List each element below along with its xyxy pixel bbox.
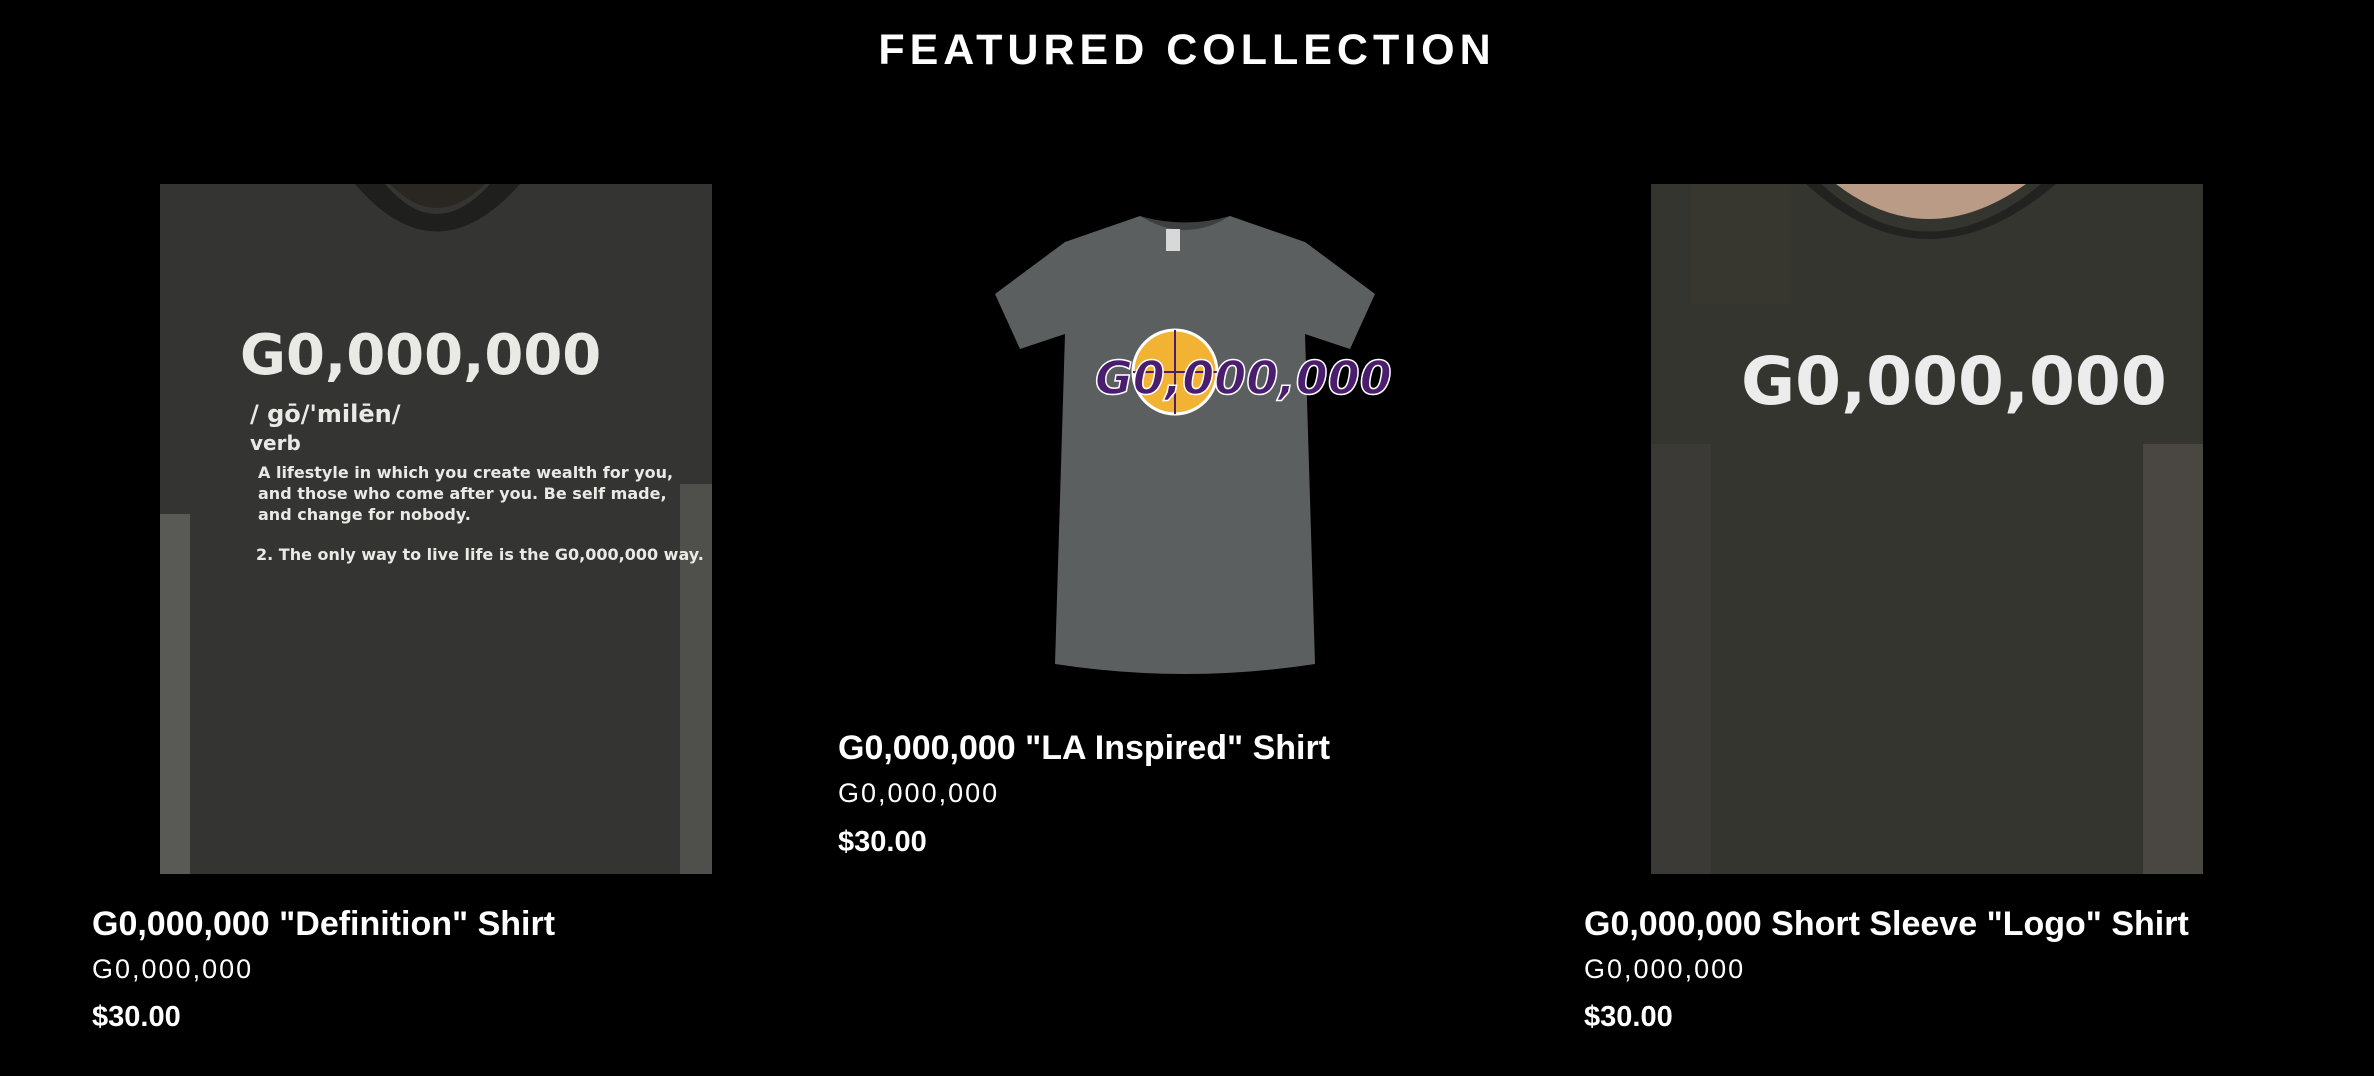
product-image-definition[interactable]: G0,000,000 / gō/'milēn/ verb A lifestyle…: [160, 184, 712, 874]
svg-text:2. The only way to live life i: 2. The only way to live life is the G0,0…: [256, 545, 704, 564]
product-vendor-logo: G0,000,000: [1584, 954, 1746, 984]
la-inspired-shirt-photo-icon: G0,000,000: [995, 216, 1393, 674]
product-image-logo[interactable]: G0,000,000: [1651, 184, 2203, 874]
svg-text:and those who come after you.: and those who come after you. Be self ma…: [258, 484, 667, 503]
logo-text: G0,000,000: [1095, 351, 1392, 405]
product-title-la-inspired[interactable]: G0,000,000 "LA Inspired" Shirt: [838, 728, 1330, 768]
product-price-definition: $30.00: [92, 1001, 181, 1033]
svg-text:verb: verb: [250, 431, 301, 455]
product-title-definition[interactable]: G0,000,000 "Definition" Shirt: [92, 904, 555, 944]
logo-shirt-photo-icon: G0,000,000: [1651, 184, 2203, 874]
definition-shirt-photo-icon: G0,000,000 / gō/'milēn/ verb A lifestyle…: [160, 184, 712, 874]
product-title-logo[interactable]: G0,000,000 Short Sleeve "Logo" Shirt: [1584, 904, 2189, 944]
print-title: G0,000,000: [240, 323, 601, 388]
section-title: FEATURED COLLECTION: [878, 26, 1496, 74]
product-vendor-definition: G0,000,000: [92, 954, 254, 984]
print-title: G0,000,000: [1741, 343, 2167, 420]
product-image-la-inspired[interactable]: G0,000,000: [935, 184, 1435, 704]
svg-text:and change for nobody.: and change for nobody.: [258, 505, 471, 524]
svg-text:A lifestyle in which you creat: A lifestyle in which you create wealth f…: [258, 463, 673, 482]
svg-text:/ gō/'milēn/: / gō/'milēn/: [250, 400, 401, 428]
product-price-la-inspired: $30.00: [838, 826, 927, 858]
product-vendor-la-inspired: G0,000,000: [838, 778, 1000, 808]
product-price-logo: $30.00: [1584, 1001, 1673, 1033]
